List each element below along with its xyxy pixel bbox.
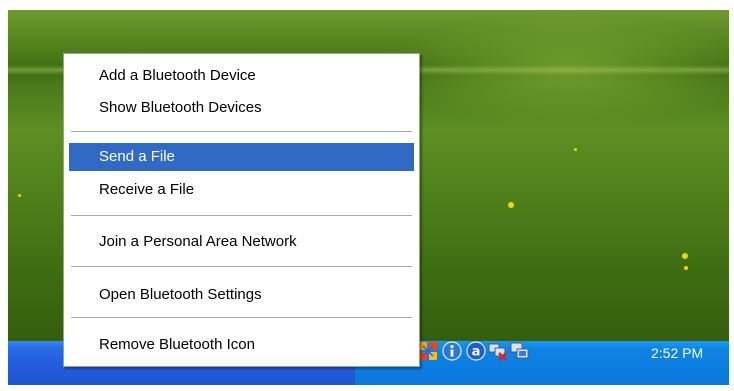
svg-text:a: a xyxy=(472,345,481,360)
network-disconnected-icon[interactable] xyxy=(487,341,507,361)
clock[interactable]: 2:52 PM xyxy=(651,345,703,361)
menu-item-show-bluetooth-devices[interactable]: Show Bluetooth Devices xyxy=(69,94,414,122)
flower-dot xyxy=(18,194,21,197)
menu-separator xyxy=(71,317,412,319)
flower-dot xyxy=(684,266,688,270)
menu-item-add-bluetooth-device[interactable]: Add a Bluetooth Device xyxy=(69,62,414,90)
a-icon[interactable]: a xyxy=(466,341,486,361)
network-grid-icon[interactable] xyxy=(418,341,438,361)
flower-dot xyxy=(508,202,514,208)
menu-separator xyxy=(71,215,412,217)
menu-item-open-bluetooth-settings[interactable]: Open Bluetooth Settings xyxy=(69,281,414,309)
menu-item-join-personal-area-network[interactable]: Join a Personal Area Network xyxy=(69,228,414,256)
menu-separator xyxy=(71,131,412,133)
menu-item-send-a-file[interactable]: Send a File xyxy=(69,143,414,171)
menu-item-remove-bluetooth-icon[interactable]: Remove Bluetooth Icon xyxy=(69,331,414,359)
flower-dot xyxy=(682,253,688,259)
network-connections-icon[interactable] xyxy=(510,341,530,361)
menu-item-receive-a-file[interactable]: Receive a File xyxy=(69,176,414,204)
info-icon[interactable] xyxy=(442,341,462,361)
flower-dot xyxy=(574,148,577,151)
bluetooth-context-menu: Add a Bluetooth Device Show Bluetooth De… xyxy=(63,53,420,367)
menu-separator xyxy=(71,266,412,268)
